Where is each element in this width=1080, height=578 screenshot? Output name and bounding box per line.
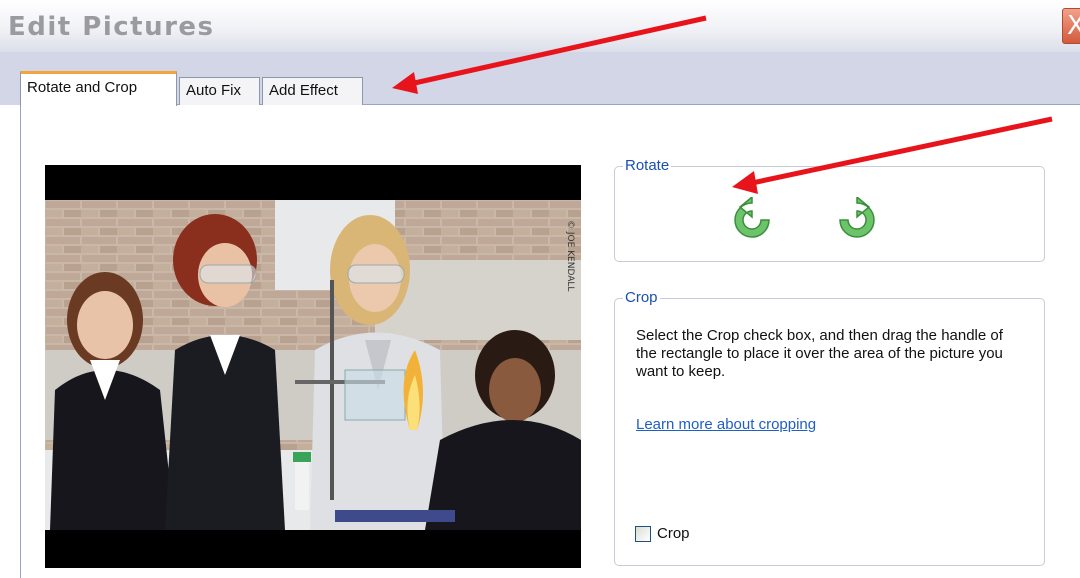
learn-more-cropping-link[interactable]: Learn more about cropping: [636, 416, 816, 433]
rotate-right-button[interactable]: [833, 195, 881, 245]
crop-description: Select the Crop check box, and then drag…: [636, 327, 1003, 380]
crop-legend: Crop: [623, 289, 660, 306]
photo-image: © JOE KENDALL: [45, 200, 581, 530]
rotate-legend: Rotate: [623, 157, 672, 174]
picture-preview[interactable]: © JOE KENDALL: [45, 165, 581, 568]
close-button[interactable]: X: [1062, 8, 1080, 44]
rotate-left-icon: [734, 195, 770, 238]
close-icon: X: [1067, 11, 1080, 41]
crop-checkbox[interactable]: [635, 525, 651, 542]
crop-group: Crop Select the Crop check box, and then…: [614, 289, 1045, 566]
title-bar: Edit Pictures X: [0, 0, 1080, 52]
window-title: Edit Pictures: [8, 12, 215, 42]
rotate-left-button[interactable]: [728, 195, 776, 245]
rotate-right-icon: [839, 195, 875, 238]
crop-checkbox-row[interactable]: Crop: [635, 525, 690, 542]
photo-watermark: © JOE KENDALL: [565, 220, 575, 291]
tab-rotate-and-crop[interactable]: Rotate and Crop: [20, 71, 177, 106]
tab-add-effect[interactable]: Add Effect: [262, 77, 363, 105]
crop-checkbox-label: Crop: [657, 525, 690, 542]
rotate-group: Rotate: [614, 157, 1045, 262]
tab-auto-fix[interactable]: Auto Fix: [179, 77, 260, 105]
